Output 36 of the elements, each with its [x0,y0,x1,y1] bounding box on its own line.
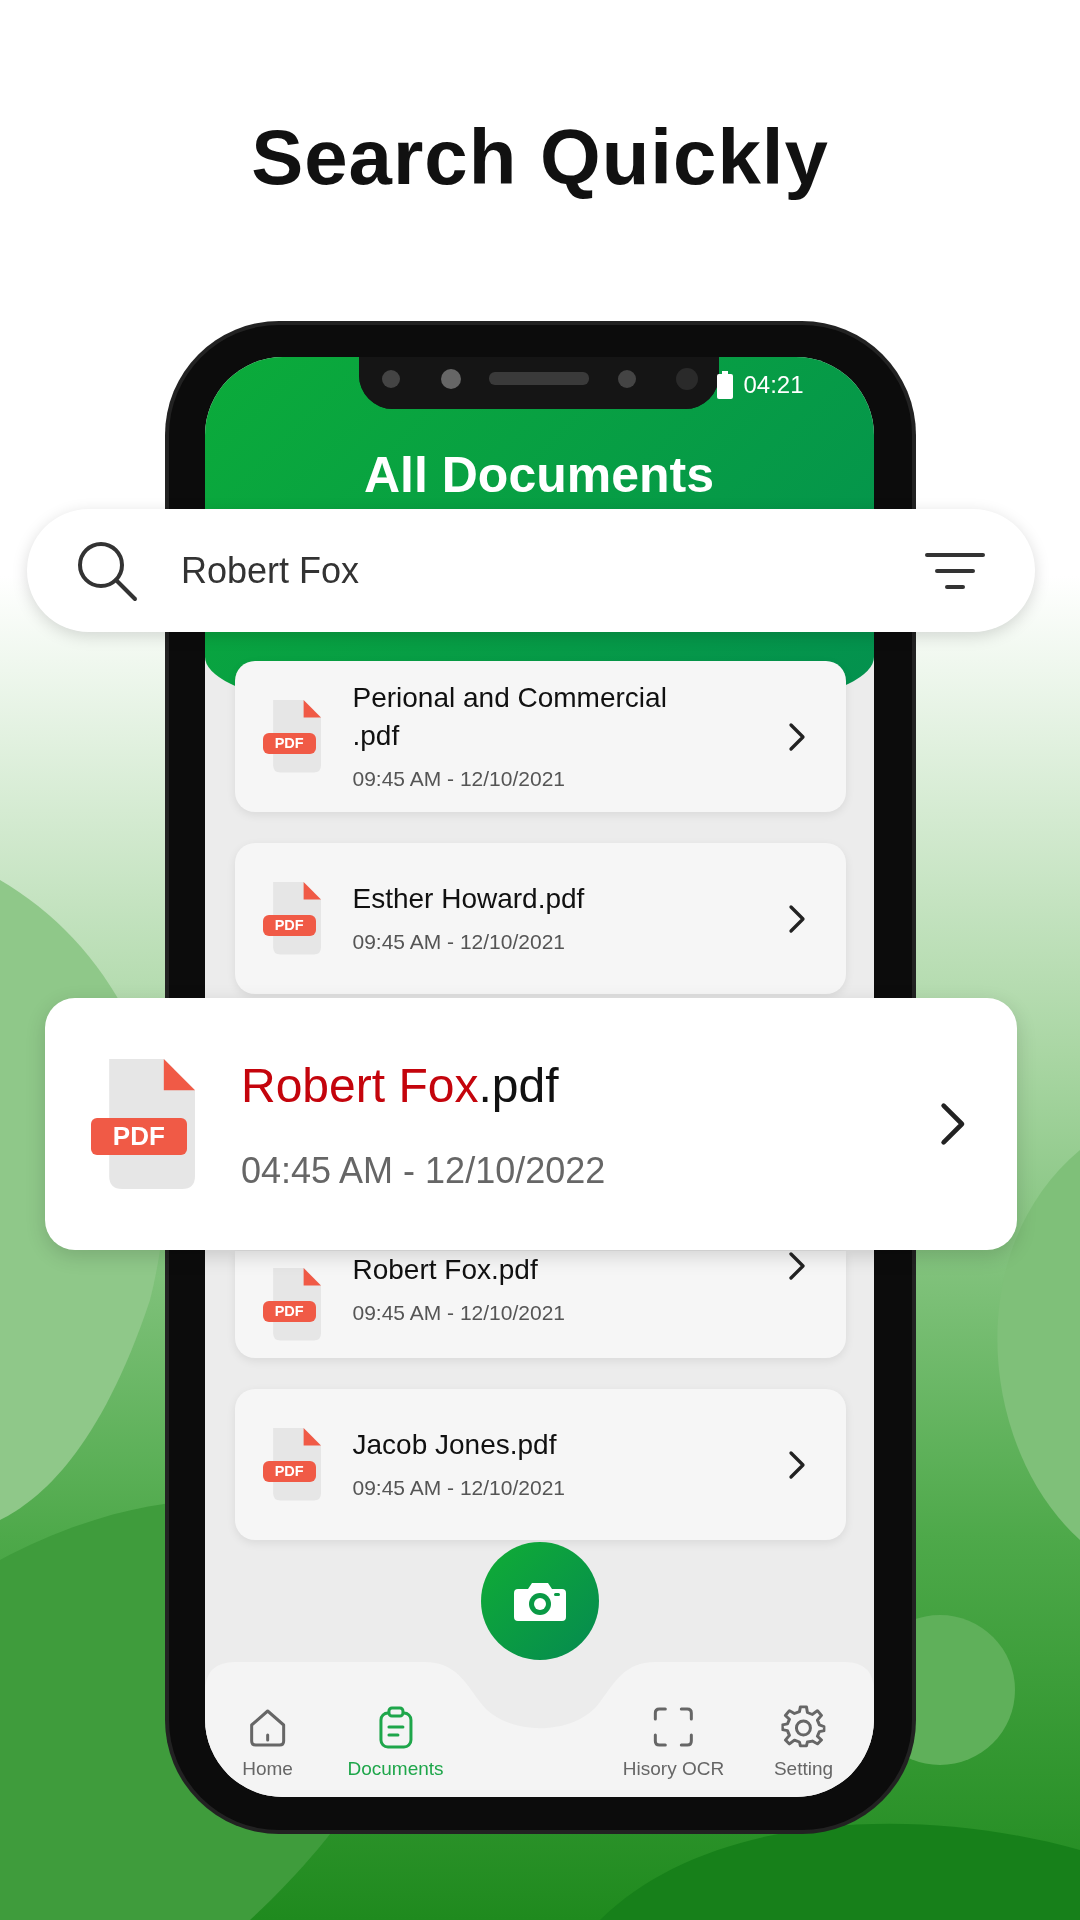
search-bar[interactable]: Robert Fox [27,509,1035,632]
nav-tab[interactable]: Setting [773,1704,834,1783]
result-name: Robert Fox.pdf [241,1058,560,1114]
screen-title: All Documents [363,446,715,505]
file-type-label: PDF [262,914,316,936]
document-timestamp: 09:45 AM - 12/10/2021 [352,765,566,792]
file-type-label: PDF [262,732,316,754]
document-name: Robert Fox.pdf [352,1253,539,1287]
file-type-label: PDF [262,1300,316,1322]
chevron-right-icon [787,721,806,752]
document-card[interactable]: PDF Esther Howard.pdf 09:45 AM - 12/10/2021 [234,843,846,994]
status-time: 04:21 [743,370,804,400]
chevron-right-icon [939,1101,967,1147]
document-timestamp: 09:45 AM - 12/10/2021 [352,928,566,955]
nav-tab[interactable]: Home [242,1704,293,1783]
settings-icon [781,1704,826,1749]
document-timestamp: 09:45 AM - 12/10/2021 [352,1299,565,1326]
document-name: Perional and Commercial .pdf [352,680,668,753]
document-name: Jacob Jones.pdf [352,1427,558,1462]
document-card[interactable]: PDF Perional and Commercial .pdf 09:45 AM - 12/10/2021 [234,661,846,812]
file-type-label: PDF [262,1460,316,1482]
search-field[interactable]: Robert Fox [179,542,885,599]
document-card[interactable]: PDF Jacob Jones.pdf 09:45 AM - 12/10/2021 [234,1389,846,1540]
document-timestamp: 09:45 AM - 12/10/2021 [352,1474,565,1501]
result-card[interactable]: PDF Robert Fox.pdf 04:45 AM - 12/10/2022 [45,998,1017,1250]
document-name: Esther Howard.pdf [352,881,585,916]
chevron-right-icon [787,1449,806,1480]
file-type-label: PDF [91,1117,187,1155]
result-timestamp: 04:45 AM - 12/10/2022 [241,1149,606,1193]
document-card[interactable]: PDF Robert Fox.pdf 09:45 AM - 12/10/2021 [234,1251,846,1358]
camera-icon [513,1581,566,1621]
nav-tab[interactable]: Hisory OCR [622,1704,725,1783]
chevron-right-icon [787,1251,806,1281]
battery-icon [717,371,734,399]
filter-icon[interactable] [925,550,985,591]
chevron-right-icon [787,903,806,934]
